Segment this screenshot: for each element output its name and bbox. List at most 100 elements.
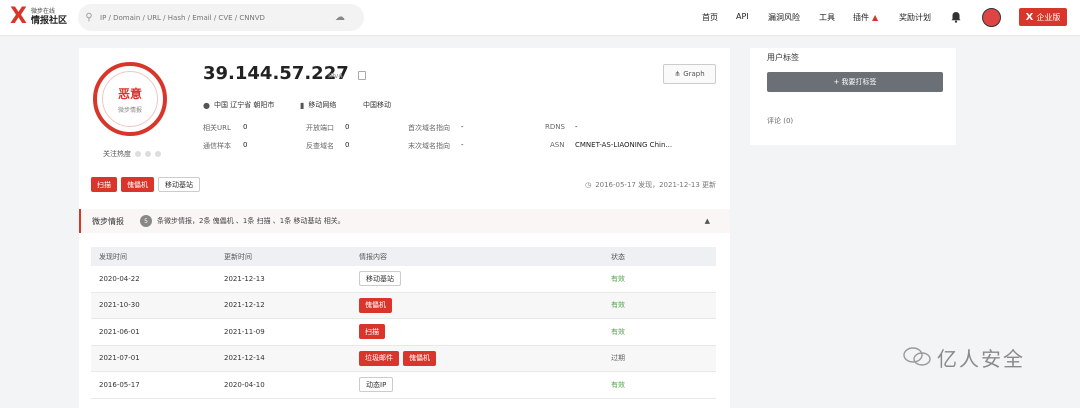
logo-x-icon: X <box>10 4 27 29</box>
cell-found: 2021-10-30 <box>99 301 140 310</box>
intel-title: 微步情报 <box>92 216 124 226</box>
stat-asn: ASN <box>550 141 564 149</box>
cell-content: 傀儡机 <box>359 297 611 313</box>
cell-status: 有效 <box>611 274 625 283</box>
cell-updated: 2021-12-13 <box>224 274 265 283</box>
network-type: ▮ 移动网络 <box>300 100 336 110</box>
cell-status: 有效 <box>611 327 625 336</box>
stat-key: 末次域名指向 <box>408 142 450 150</box>
tag-botnet[interactable]: 傀儡机 <box>403 350 436 366</box>
intel-section-header[interactable]: 微步情报 5 条微步情报，2条 傀儡机 、1条 扫描 、1条 移动基站 相关。 … <box>79 209 730 233</box>
bell-icon[interactable] <box>950 11 962 23</box>
cell-found: 2021-06-01 <box>99 327 140 336</box>
watermark: 亿人安全 <box>903 342 1071 372</box>
location-text: 中国 辽宁省 朝阳市 <box>213 101 275 109</box>
avatar[interactable] <box>982 8 1001 27</box>
nav-api[interactable]: API <box>736 12 749 21</box>
dates-text: 2016-05-17 发现，2021-12-13 更新 <box>595 181 716 189</box>
enterprise-button[interactable]: X 企业版 <box>1019 8 1067 26</box>
cell-content: 垃圾邮件 傀儡机 <box>359 350 611 366</box>
location-pin-icon: ● <box>203 100 210 110</box>
table-row: 2020-04-22 2021-12-13 移动基站 有效 <box>91 266 716 293</box>
stat-rdns: RDNS <box>545 123 565 131</box>
graph-icon: ⋔ <box>674 70 681 78</box>
stat-open-ports-value[interactable]: 0 <box>345 123 349 131</box>
tag-dynamic-ip[interactable]: 动态IP <box>359 377 394 393</box>
cloud-upload-icon[interactable]: ☁ <box>335 12 345 23</box>
ip-version: IPv4 <box>328 72 343 80</box>
search-icon: ⚲ <box>85 12 93 23</box>
stat-value: 0 <box>345 141 350 149</box>
heat-dot <box>135 151 141 157</box>
stat-key: 首次域名指向 <box>408 124 450 132</box>
search-input[interactable] <box>100 13 335 22</box>
stat-reverse-domains-value[interactable]: 0 <box>345 141 349 149</box>
cell-content: 动态IP <box>359 377 611 393</box>
graph-button[interactable]: ⋔ Graph <box>663 64 716 84</box>
stat-reverse-domains: 反查域名 <box>306 141 334 151</box>
nav-home[interactable]: 首页 <box>702 12 718 23</box>
top-header: X 微步在线 情报社区 ⚲ ☁ 首页 API 漏洞风险 工具 插件▲ 奖励计划 … <box>0 0 1080 36</box>
stat-open-ports: 开放端口 <box>306 123 334 133</box>
stat-asn-value[interactable]: CMNET-AS-LIAONING Chin... <box>575 141 672 149</box>
carrier-text: 中国移动 <box>363 101 391 109</box>
cell-updated: 2021-12-14 <box>224 354 265 363</box>
stat-samples: 通信样本 <box>203 141 231 151</box>
tag-spam[interactable]: 垃圾邮件 <box>359 350 399 366</box>
verdict-ring: 恶意 微步情报 <box>93 62 167 136</box>
stat-value: 0 <box>243 141 248 149</box>
enterprise-x-icon: X <box>1025 11 1034 23</box>
stat-value: 0 <box>345 123 350 131</box>
user-tags-panel: 用户标签 + 我要打标签 评论 (0) <box>750 48 956 145</box>
carrier: 中国移动 <box>363 100 391 110</box>
cell-updated: 2021-12-12 <box>224 301 265 310</box>
location: ● 中国 辽宁省 朝阳市 <box>203 100 274 110</box>
cell-status: 有效 <box>611 301 625 310</box>
stat-value: - <box>461 123 464 131</box>
flame-icon: ▲ <box>872 13 879 22</box>
tag-botnet[interactable]: 傀儡机 <box>121 177 154 192</box>
cell-content: 扫描 <box>359 324 611 340</box>
cell-updated: 2021-11-09 <box>224 327 265 336</box>
heat-dot <box>155 151 161 157</box>
add-tag-button[interactable]: + 我要打标签 <box>767 72 943 92</box>
ip-address: 39.144.57.227 <box>203 63 349 84</box>
search-box[interactable]: ⚲ ☁ <box>78 4 364 31</box>
stat-value: - <box>575 123 578 131</box>
col-found: 发现时间 <box>99 252 127 261</box>
tag-mobile-station[interactable]: 移动基站 <box>359 271 401 287</box>
tag-mobile-station[interactable]: 移动基站 <box>158 177 200 192</box>
verdict-source: 微步情报 <box>117 106 142 114</box>
copy-icon[interactable] <box>358 71 366 80</box>
table-row: 2016-05-17 2020-04-10 动态IP 有效 <box>91 372 716 399</box>
nav-tools[interactable]: 工具 <box>819 12 835 23</box>
table-row: 2021-06-01 2021-11-09 扫描 有效 <box>91 319 716 346</box>
nav-plugins[interactable]: 插件 ▲ <box>853 12 878 23</box>
stat-key: 相关URL <box>203 124 231 132</box>
cell-found: 2021-07-01 <box>99 354 140 363</box>
stat-samples-value[interactable]: 0 <box>243 141 247 149</box>
nav-rewards[interactable]: 奖励计划 <box>899 12 931 23</box>
collapse-caret-icon[interactable]: ▲ <box>705 217 710 225</box>
tag-scan[interactable]: 扫描 <box>359 324 385 340</box>
tag-scan[interactable]: 扫描 <box>91 177 117 192</box>
signal-bars-icon: ▮ <box>300 100 305 110</box>
comments-link[interactable]: 评论 (0) <box>767 116 793 126</box>
heat-label: 关注热度 <box>103 150 131 158</box>
network-text: 移动网络 <box>308 101 337 109</box>
ip-report-card: 恶意 微步情报 关注热度 39.144.57.227 IPv4 ⋔ Graph ●… <box>79 48 730 408</box>
table-row: 2021-10-30 2021-12-12 傀儡机 有效 <box>91 292 716 319</box>
intel-count-badge: 5 <box>140 215 152 227</box>
graph-label: Graph <box>683 70 705 78</box>
table-row: 2021-07-01 2021-12-14 垃圾邮件 傀儡机 过期 <box>91 345 716 372</box>
stat-last-domain-value: - <box>461 141 464 149</box>
verdict-text: 恶意 <box>117 86 142 101</box>
found-updated-dates: ◷ 2016-05-17 发现，2021-12-13 更新 <box>585 180 716 190</box>
col-content: 情报内容 <box>359 252 387 261</box>
stat-related-url-value[interactable]: 0 <box>243 123 247 131</box>
site-logo[interactable]: X 微步在线 情报社区 <box>10 4 67 29</box>
nav-vuln[interactable]: 漏洞风险 <box>768 12 800 23</box>
nav-plugins-label: 插件 <box>853 13 869 22</box>
col-updated: 更新时间 <box>224 252 252 261</box>
tag-botnet[interactable]: 傀儡机 <box>359 297 392 313</box>
